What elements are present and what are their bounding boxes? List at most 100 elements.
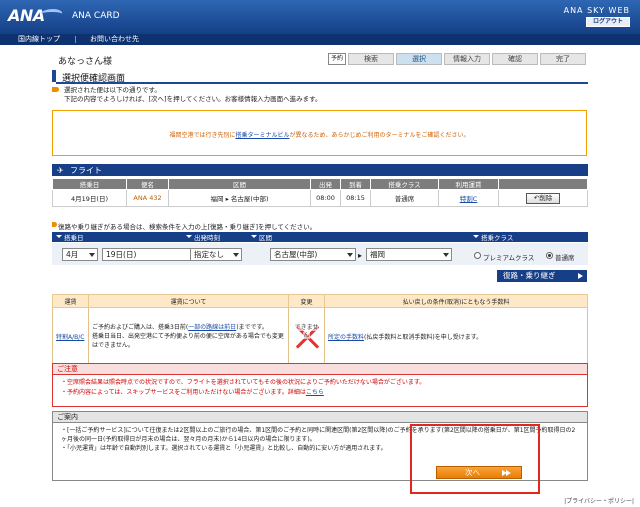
terminal-link[interactable]: 搭乗ターミナルビル	[235, 132, 289, 139]
search-note-bullet-icon	[52, 222, 57, 227]
day-value: 19日(日)	[106, 250, 137, 259]
chevron-right-icon	[578, 273, 583, 279]
step-confirm: 確認	[492, 53, 538, 65]
month-select[interactable]: 4月	[62, 248, 98, 261]
notice-line-1: 選択された便は以下の通りです。	[64, 86, 161, 94]
nav-divider	[75, 36, 76, 43]
fare-about-3: 搭乗日当日、出発空港にて予約便より前の便に空席がある場合でも変更はできません。	[92, 333, 284, 349]
route-from: 福岡	[210, 195, 224, 203]
fare-col-refund: 払い戻しの条件(取消)にともなう手数料	[324, 294, 588, 308]
destination-select[interactable]: 福岡	[366, 248, 452, 261]
label-time: 出発時刻	[194, 234, 220, 242]
terminal-info-text: 福岡空港では行き先別に搭乗ターミナルビルが異なるため、あらかじめご利用のターミナ…	[53, 130, 586, 139]
month-value: 4月	[66, 250, 79, 259]
col-fare: 利用運賃	[438, 178, 499, 190]
nav-contact[interactable]: お問い合わせ先	[90, 35, 139, 44]
progress-steps: 予約 検索 選択 情報入力 確認 完了	[328, 53, 588, 65]
logout-button[interactable]: ログアウト	[586, 17, 630, 27]
search-row: 4月 19日(日) 指定なし 名古屋(中部) ▸ 福岡 プレミアムクラス 普通席	[52, 243, 588, 265]
flight-route: 福岡 ▸ 名古屋(中部)	[168, 189, 311, 207]
route-arrow-icon: ▸	[358, 251, 363, 260]
fare-link[interactable]: 特割C	[460, 195, 478, 203]
chevron-right-icon	[506, 470, 511, 476]
fare-about-link[interactable]: 一部の路線は前日	[188, 324, 236, 331]
skip-service-link[interactable]: こちら	[306, 389, 324, 396]
table-row: 特割A/B/C ご予約およびご購入は、搭乗3日前(一部の路線は前日)までです。 …	[52, 307, 588, 366]
col-action	[498, 178, 588, 190]
fare-table-header: 運賃 運賃について 変更 払い戻しの条件(取消)にともなう手数料	[52, 294, 588, 308]
chevron-down-icon	[89, 253, 95, 257]
destination-value: 福岡	[370, 250, 385, 259]
user-greeting: あなっさん様	[58, 57, 113, 67]
premium-class-radio[interactable]	[474, 252, 481, 259]
caution-item-text: 予約内容によっては、スキップサービスをご利用いただけない場合がございます。詳細は	[67, 389, 306, 396]
guide-title: ご案内	[53, 412, 587, 423]
chevron-down-icon	[233, 253, 239, 257]
delete-label: 削除	[539, 193, 553, 202]
fare-col-about: 運賃について	[88, 294, 289, 308]
col-class: 搭乗クラス	[370, 178, 439, 190]
heading-underline	[56, 82, 588, 84]
return-connection-label: 復路・乗り継ぎ	[503, 271, 556, 280]
step-input: 情報入力	[444, 53, 490, 65]
arr-time: 08:15	[340, 189, 371, 207]
fare-name-link[interactable]: 特割A/B/C	[56, 334, 84, 341]
privacy-policy-link[interactable]: |プライバシー・ポリシー|	[564, 496, 634, 505]
chevron-down-icon	[56, 235, 62, 238]
search-header: 搭乗日 出発時刻 区間 搭乗クラス	[52, 232, 588, 242]
delete-button[interactable]: ↶削除	[526, 192, 560, 204]
return-connection-button[interactable]: 復路・乗り継ぎ	[497, 270, 587, 282]
col-arr: 到着	[340, 178, 371, 190]
seat-class: 普通席	[370, 189, 439, 207]
terminal-info-post: が異なるため、あらかじめご利用のターミナルをご確認ください。	[289, 132, 470, 139]
search-note: 復路や乗り継ぎがある場合は、検索条件を入力の上[復路・乗り継ぎ]を押してください…	[58, 223, 317, 231]
day-select[interactable]: 19日(日)	[102, 248, 204, 261]
flight-section-header: ✈ フライト	[52, 164, 588, 176]
label-class: 搭乗クラス	[481, 234, 514, 242]
notice-text: 選択された便は以下の通りです。 下記の内容でよろしければ、[次へ]を押してくださ…	[58, 86, 322, 104]
refund-cell: 所定の手数料(払戻手数料と取消手数料)を申し受けます。	[324, 307, 588, 366]
normal-class-radio[interactable]	[546, 252, 553, 259]
no-change-icon: できません	[294, 323, 320, 350]
step-label: 予約	[328, 53, 346, 65]
flight-date: 4月19日(日)	[52, 189, 127, 207]
normal-class-label: 普通席	[555, 254, 575, 262]
col-flight: 便名	[126, 178, 169, 190]
fare-col-fare: 運賃	[52, 294, 89, 308]
step-search: 検索	[348, 53, 394, 65]
change-cell: できません	[288, 307, 325, 366]
caution-title: ご注意	[53, 364, 587, 375]
logo-swoosh-icon	[38, 9, 64, 19]
dep-time: 08:00	[310, 189, 341, 207]
time-select[interactable]: 指定なし	[190, 248, 242, 261]
caution-list: 空席照会結果は照会時点での状況ですので、フライトを選択されていてもその後の状況に…	[53, 375, 587, 401]
terminal-info-box: 福岡空港では行き先別に搭乗ターミナルビルが異なるため、あらかじめご利用のターミナ…	[52, 110, 587, 156]
flight-table-header: 搭乗日 便名 区間 出発 到着 搭乗クラス 利用運賃	[52, 178, 588, 190]
list-item: 予約内容によっては、スキップサービスをご利用いただけない場合がございます。詳細は…	[61, 388, 579, 398]
origin-value: 名古屋(中部)	[274, 250, 318, 259]
fare-about-cell: ご予約およびご購入は、搭乗3日前(一部の路線は前日)までです。 搭乗日当日、出発…	[88, 307, 289, 366]
action-cell: ↶削除	[498, 189, 588, 207]
flight-section-title: フライト	[70, 166, 102, 175]
top-nav: 国内線トップ お問い合わせ先	[0, 34, 640, 45]
origin-select[interactable]: 名古屋(中部)	[270, 248, 356, 261]
premium-class-label: プレミアムクラス	[483, 254, 535, 262]
site-header: ANA ANA CARD ANA SKY WEB ログアウト	[0, 0, 640, 34]
fare-col-change: 変更	[288, 294, 325, 308]
fare-cell: 特割C	[438, 189, 499, 207]
label-date: 搭乗日	[64, 234, 84, 242]
app-title: ANA CARD	[72, 11, 120, 21]
brand-label: ANA SKY WEB	[563, 6, 630, 15]
col-dep: 出発	[310, 178, 341, 190]
nav-domestic-top[interactable]: 国内線トップ	[18, 35, 60, 44]
next-label: 次へ	[465, 468, 480, 477]
time-value: 指定なし	[194, 250, 224, 259]
next-button[interactable]: 次へ	[436, 466, 522, 479]
chevron-down-icon	[473, 235, 479, 238]
refund-fee-link[interactable]: 所定の手数料	[328, 334, 364, 341]
route-arrow-icon: ▸	[225, 195, 229, 203]
refund-text: (払戻手数料と取消手数料)を申し受けます。	[364, 334, 483, 341]
fare-rules-table: 運賃 運賃について 変更 払い戻しの条件(取消)にともなう手数料 特割A/B/C…	[52, 294, 588, 366]
flight-number: ANA 432	[126, 189, 169, 207]
next-highlight-frame	[410, 424, 540, 494]
